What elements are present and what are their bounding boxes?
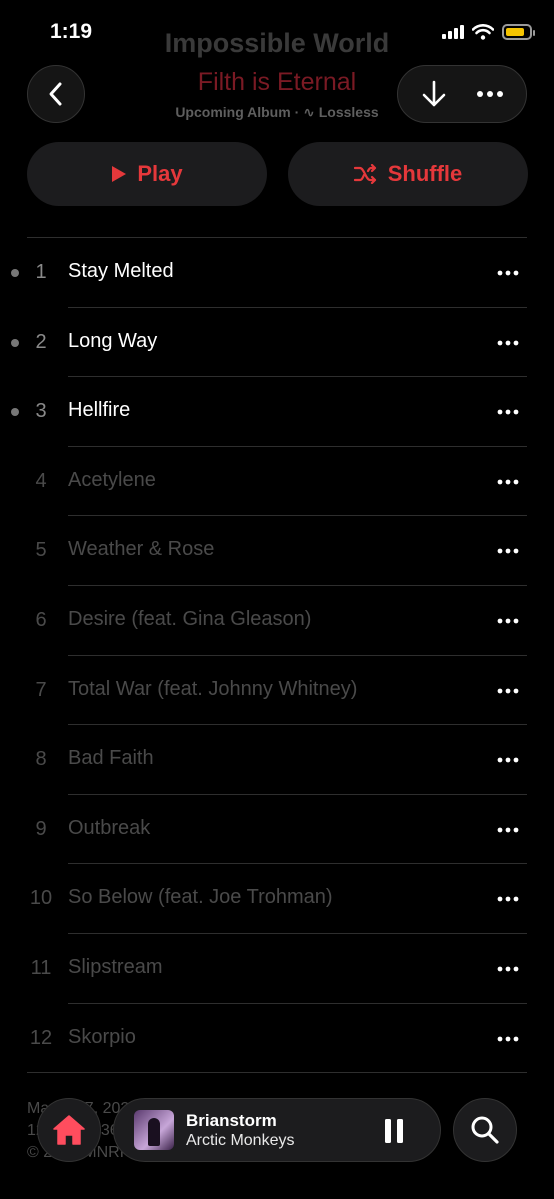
mini-player[interactable]: Brianstorm Arctic Monkeys [113, 1098, 441, 1162]
album-title: Impossible World [164, 28, 390, 58]
more-icon [497, 270, 519, 276]
home-button[interactable] [37, 1098, 101, 1162]
play-button[interactable]: Play [27, 142, 267, 206]
track-row[interactable]: 3 Hellfire [0, 377, 554, 447]
more-icon [477, 91, 503, 97]
more-icon [497, 1036, 519, 1041]
pause-button[interactable] [376, 1113, 412, 1149]
track-more-button[interactable] [491, 328, 525, 358]
track-title: Total War (feat. Johnny Whitney) [68, 677, 358, 700]
track-row[interactable]: 7 Total War (feat. Johnny Whitney) [0, 656, 554, 726]
search-button[interactable] [453, 1098, 517, 1162]
pause-icon [385, 1119, 403, 1143]
track-title: Long Way [68, 329, 158, 352]
track-number: 10 [29, 887, 53, 910]
track-more-button[interactable] [491, 745, 525, 775]
more-icon [497, 688, 519, 693]
more-icon [497, 757, 519, 763]
track-number: 7 [35, 678, 47, 701]
download-button[interactable] [409, 69, 459, 119]
track-row[interactable]: 4 Acetylene [0, 447, 554, 517]
track-number: 11 [30, 956, 52, 979]
track-row[interactable]: 5 Weather & Rose [0, 516, 554, 586]
track-more-button[interactable] [491, 884, 525, 914]
track-number: 9 [35, 817, 47, 840]
track-number: 2 [35, 330, 47, 353]
back-button[interactable] [27, 65, 85, 123]
track-more-button[interactable] [491, 815, 525, 845]
track-row[interactable]: 12 Skorpio [0, 1004, 554, 1074]
track-more-button[interactable] [491, 467, 525, 497]
more-icon [497, 340, 519, 345]
track-row[interactable]: 10 So Below (feat. Joe Trohman) [0, 864, 554, 934]
track-title: Slipstream [68, 955, 163, 978]
track-more-button[interactable] [491, 536, 525, 566]
now-playing-title: Brianstorm [186, 1111, 277, 1130]
track-row[interactable]: 9 Outbreak [0, 795, 554, 865]
track-number: 12 [29, 1026, 53, 1049]
track-more-button[interactable] [491, 606, 525, 636]
more-icon [497, 896, 519, 902]
track-row[interactable]: 1 Stay Melted [0, 238, 554, 308]
divider [27, 1072, 527, 1074]
track-title: So Below (feat. Joe Trohman) [68, 886, 333, 909]
more-icon [497, 548, 519, 554]
more-icon [497, 479, 519, 485]
available-indicator [11, 269, 19, 277]
available-indicator [11, 338, 19, 347]
track-title: Outbreak [68, 816, 151, 839]
track-more-button[interactable] [491, 676, 525, 706]
track-title: Stay Melted [68, 260, 174, 282]
header-actions [397, 65, 527, 123]
track-title: Acetylene [68, 468, 156, 491]
more-button[interactable] [465, 69, 515, 119]
track-number: 4 [35, 469, 47, 492]
track-more-button[interactable] [491, 397, 525, 427]
track-title: Hellfire [68, 399, 131, 422]
play-label: Play [137, 161, 183, 186]
track-row[interactable]: 2 Long Way [0, 308, 554, 378]
download-icon [422, 80, 446, 107]
track-row[interactable]: 11 Slipstream [0, 934, 554, 1004]
track-number: 8 [35, 748, 47, 771]
shuffle-label: Shuffle [387, 161, 463, 186]
back-chevron-icon [49, 82, 62, 106]
track-title: Skorpio [68, 1025, 136, 1048]
track-title: Weather & Rose [68, 538, 215, 561]
search-icon [471, 1116, 499, 1144]
track-number: 3 [35, 400, 47, 423]
more-icon [497, 966, 519, 972]
shuffle-button[interactable]: Shuffle [288, 142, 528, 206]
album-artwork [134, 1110, 174, 1150]
track-title: Bad Faith [68, 747, 154, 770]
track-row[interactable]: 8 Bad Faith [0, 725, 554, 795]
track-more-button[interactable] [491, 1024, 525, 1054]
track-more-button[interactable] [491, 258, 525, 288]
track-list: 1 Stay Melted 2 Long Way 3 Hellfire 4 Acetylene… [0, 238, 554, 1074]
available-indicator [11, 408, 19, 417]
home-icon [53, 1115, 85, 1145]
track-row[interactable]: 6 Desire (feat. Gina Gleason) [0, 586, 554, 656]
track-number: 1 [35, 261, 47, 283]
now-playing-artist: Arctic Monkeys [186, 1132, 295, 1149]
more-icon [497, 827, 519, 833]
track-more-button[interactable] [491, 954, 525, 984]
track-number: 6 [35, 608, 47, 631]
shuffle-icon [353, 164, 376, 184]
play-icon [112, 166, 127, 182]
more-icon [497, 409, 519, 415]
track-number: 5 [35, 539, 47, 562]
track-title: Desire (feat. Gina Gleason) [68, 607, 312, 630]
more-icon [497, 618, 519, 624]
